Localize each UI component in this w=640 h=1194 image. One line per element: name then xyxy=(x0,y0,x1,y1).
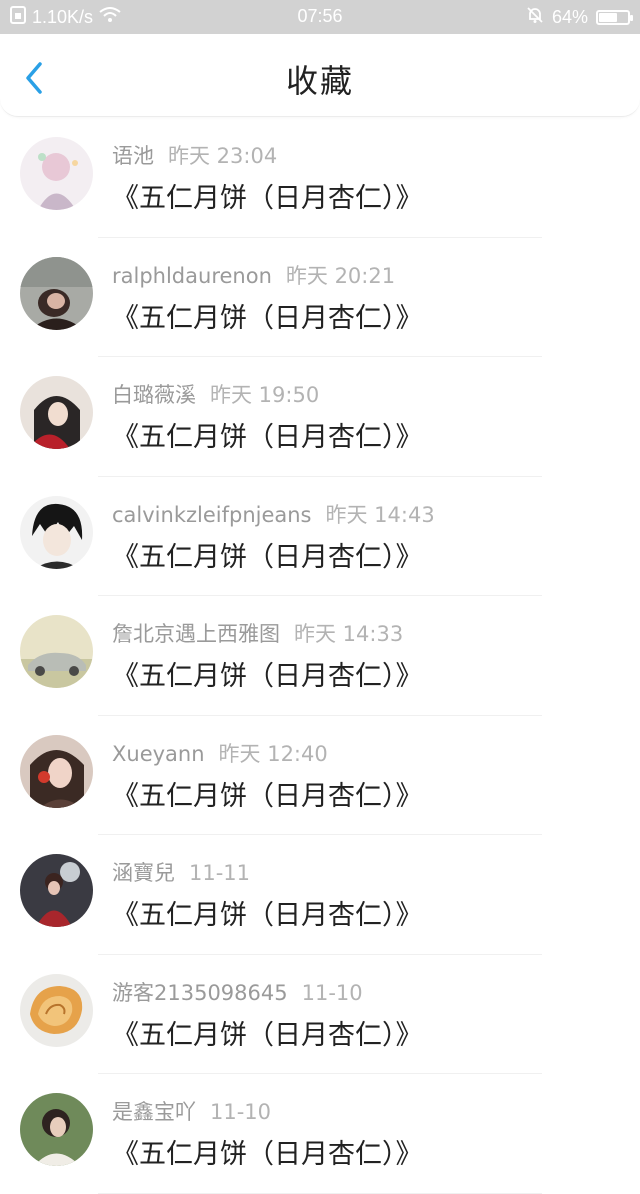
list-item[interactable]: 游客2135098645 11-10 《五仁月饼（日月杏仁）》 xyxy=(0,955,640,1074)
battery-percent: 64% xyxy=(551,7,588,27)
item-title: 《五仁月饼（日月杏仁）》 xyxy=(112,1019,423,1051)
avatar[interactable] xyxy=(20,376,93,449)
avatar[interactable] xyxy=(20,854,93,927)
item-username: calvinkzleifpnjeans xyxy=(112,502,312,527)
item-meta: 游客2135098645 11-10 xyxy=(112,977,363,1007)
item-username: 语池 xyxy=(112,144,154,168)
item-username: 游客2135098645 xyxy=(112,980,288,1005)
item-time: 11-11 xyxy=(189,861,251,885)
list-item[interactable]: 白璐薇溪 昨天 19:50 《五仁月饼（日月杏仁）》 xyxy=(0,357,640,477)
avatar[interactable] xyxy=(20,137,93,210)
item-username: 詹北京遇上西雅图 xyxy=(112,622,280,646)
list-item[interactable]: 语池 昨天 23:04 《五仁月饼（日月杏仁）》 xyxy=(0,118,640,238)
list-item[interactable]: 涵寶兒 11-11 《五仁月饼（日月杏仁）》 xyxy=(0,835,640,955)
battery-level xyxy=(599,13,617,22)
avatar[interactable] xyxy=(20,615,93,688)
item-meta: Xueyann 昨天 12:40 xyxy=(112,738,328,768)
status-bar: 1.10K/s 07:56 64% xyxy=(0,0,640,34)
item-meta: 白璐薇溪 昨天 19:50 xyxy=(112,379,319,409)
item-username: Xueyann xyxy=(112,741,205,766)
item-time: 昨天 14:43 xyxy=(325,502,435,527)
item-title: 《五仁月饼（日月杏仁）》 xyxy=(112,541,423,573)
page-title: 收藏 xyxy=(285,62,354,100)
item-meta: calvinkzleifpnjeans 昨天 14:43 xyxy=(112,499,435,529)
avatar[interactable] xyxy=(20,1093,93,1166)
item-time: 昨天 14:33 xyxy=(294,622,404,646)
avatar[interactable] xyxy=(20,256,93,330)
list-item[interactable]: Xueyann 昨天 12:40 《五仁月饼（日月杏仁）》 xyxy=(0,716,640,835)
item-title: 《五仁月饼（日月杏仁）》 xyxy=(112,900,423,931)
item-meta: ralphldaurenon 昨天 20:21 xyxy=(112,260,395,290)
item-username: 涵寶兒 xyxy=(112,861,175,885)
bell-muted-icon xyxy=(526,6,544,29)
list-item[interactable]: calvinkzleifpnjeans 昨天 14:43 《五仁月饼（日月杏仁）》 xyxy=(0,477,640,596)
item-username: ralphldaurenon xyxy=(112,263,272,288)
avatar[interactable] xyxy=(20,495,93,569)
item-meta: 是鑫宝吖 11-10 xyxy=(112,1096,271,1126)
item-title: 《五仁月饼（日月杏仁）》 xyxy=(112,422,423,453)
divider xyxy=(98,1192,542,1194)
item-meta: 语池 昨天 23:04 xyxy=(112,140,277,170)
favorites-list: 语池 昨天 23:04 《五仁月饼（日月杏仁）》 ralphldaurenon 昨天… xyxy=(0,118,640,1194)
avatar[interactable] xyxy=(20,973,93,1047)
item-title: 《五仁月饼（日月杏仁）》 xyxy=(112,302,423,334)
item-title: 《五仁月饼（日月杏仁）》 xyxy=(112,661,423,692)
item-time: 昨天 12:40 xyxy=(218,741,328,766)
item-time: 11-10 xyxy=(301,980,363,1005)
item-username: 白璐薇溪 xyxy=(112,383,196,407)
item-title: 《五仁月饼（日月杏仁）》 xyxy=(112,780,423,812)
item-time: 昨天 23:04 xyxy=(168,144,278,168)
list-item[interactable]: 詹北京遇上西雅图 昨天 14:33 《五仁月饼（日月杏仁）》 xyxy=(0,596,640,716)
list-item[interactable]: ralphldaurenon 昨天 20:21 《五仁月饼（日月杏仁）》 xyxy=(0,238,640,357)
item-meta: 詹北京遇上西雅图 昨天 14:33 xyxy=(112,618,403,648)
avatar[interactable] xyxy=(20,734,93,808)
item-time: 11-10 xyxy=(210,1100,272,1124)
item-title: 《五仁月饼（日月杏仁）》 xyxy=(112,183,423,214)
item-time: 昨天 19:50 xyxy=(210,383,320,407)
item-time: 昨天 20:21 xyxy=(285,263,396,288)
status-right: 64% xyxy=(526,6,633,29)
item-meta: 涵寶兒 11-11 xyxy=(112,857,250,887)
item-username: 是鑫宝吖 xyxy=(112,1100,196,1124)
nav-bar: 收藏 xyxy=(0,34,640,117)
battery-icon xyxy=(596,10,633,25)
list-item[interactable]: 是鑫宝吖 11-10 《五仁月饼（日月杏仁）》 xyxy=(0,1074,640,1194)
